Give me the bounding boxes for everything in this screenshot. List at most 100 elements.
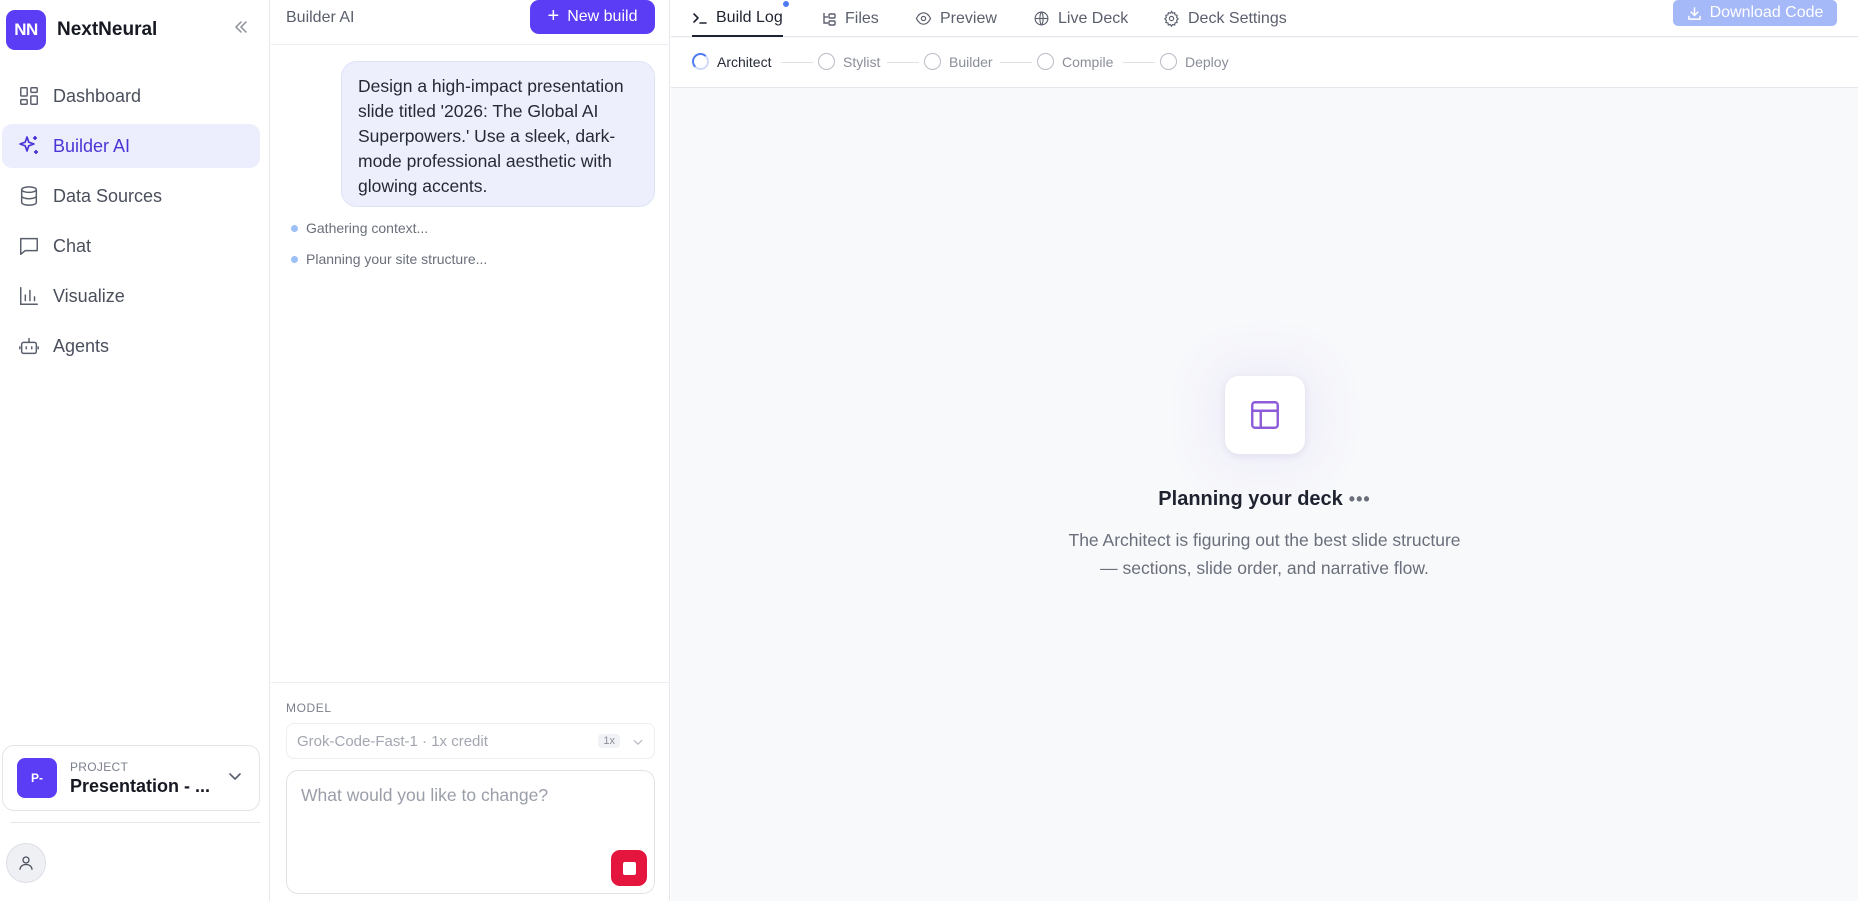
new-build-button[interactable]: + New build (530, 0, 655, 34)
pending-circle-icon (818, 53, 835, 70)
status-dot (291, 255, 298, 263)
folder-tree-icon (821, 11, 837, 27)
layout-template-icon (1251, 401, 1279, 429)
project-name: Presentation - ... (70, 775, 211, 796)
pipeline-step-builder: Builder (924, 53, 993, 70)
user-icon (19, 856, 33, 870)
notification-dot (782, 1, 789, 7)
pipeline-step-label: Architect (717, 53, 772, 70)
sidebar-item-visualize[interactable]: Visualize (2, 274, 260, 318)
pipeline-connector (781, 62, 813, 63)
tab-label: Preview (940, 9, 997, 27)
planning-description-line: — sections, slide order, and narrative f… (1100, 558, 1429, 578)
prompt-input[interactable] (301, 785, 631, 806)
app-root: NN NextNeural Dashboard Builder AI Data … (0, 0, 1858, 901)
planning-card (1225, 376, 1305, 454)
tab-label: Build Log (716, 8, 783, 26)
user-avatar[interactable] (6, 843, 46, 883)
stop-button[interactable] (611, 850, 647, 886)
pending-circle-icon (924, 53, 941, 70)
model-label: MODEL (286, 701, 332, 715)
brand-name: NextNeural (57, 19, 158, 40)
sidebar-divider (10, 822, 260, 823)
bar-chart-icon (16, 283, 42, 309)
project-selector[interactable]: P- PROJECT Presentation - ... (2, 745, 260, 811)
status-step-text: Planning your site structure... (306, 251, 488, 267)
pipeline-connector (1123, 62, 1155, 63)
project-badge: P- (17, 758, 57, 798)
planning-title-text: Planning your deck (1158, 488, 1343, 510)
sidebar-item-chat[interactable]: Chat (2, 224, 260, 268)
sidebar-item-agents[interactable]: Agents (2, 324, 260, 368)
tab-files[interactable]: Files (821, 0, 879, 37)
tab-deck-settings[interactable]: Deck Settings (1163, 0, 1287, 37)
chat-header: Builder AI + New build (271, 0, 670, 45)
pipeline-step-stylist: Stylist (818, 53, 880, 70)
tab-label: Live Deck (1058, 9, 1129, 27)
dashboard-icon (16, 83, 42, 109)
database-icon (16, 183, 42, 209)
plus-icon: + (547, 4, 560, 27)
chat-title: Builder AI (286, 9, 355, 26)
pipeline-step-deploy: Deploy (1160, 53, 1229, 70)
tab-build-log[interactable]: Build Log (692, 0, 789, 37)
terminal-icon (692, 10, 708, 26)
loading-dots: ••• (1348, 489, 1371, 509)
status-step-text: Gathering context... (306, 220, 429, 236)
sidebar-item-label: Visualize (53, 285, 125, 306)
project-text: PROJECT Presentation - ... (70, 760, 210, 797)
chevron-down-icon (227, 768, 243, 789)
sidebar-item-data-sources[interactable]: Data Sources (2, 174, 260, 218)
pipeline-step-label: Stylist (843, 53, 881, 70)
credit-badge: 1x (598, 734, 620, 748)
sidebar-item-builder-ai[interactable]: Builder AI (2, 124, 260, 168)
bot-icon (16, 333, 42, 359)
brand[interactable]: NN NextNeural (6, 10, 157, 50)
download-label: Download Code (1709, 4, 1824, 21)
model-value: Grok-Code-Fast-1 · 1x credit (297, 732, 488, 750)
brand-logo: NN (6, 10, 46, 50)
globe-icon (1033, 10, 1050, 27)
sidebar-item-label: Dashboard (53, 85, 142, 106)
planning-title: Planning your deck ••• (671, 488, 1858, 511)
pipeline-step-label: Compile (1062, 53, 1114, 70)
sidebar-item-dashboard[interactable]: Dashboard (2, 74, 260, 118)
collapse-sidebar-button[interactable] (230, 16, 252, 38)
status-step: Gathering context... (291, 220, 428, 236)
planning-description-line: The Architect is figuring out the best s… (1068, 530, 1461, 550)
pipeline-step-compile: Compile (1037, 53, 1113, 70)
tab-bar: Build Log Files Preview Live Deck Deck S… (671, 0, 1858, 37)
tab-label: Files (845, 9, 879, 27)
chat-panel: Builder AI + New build Design a high-imp… (271, 0, 670, 901)
planning-description: The Architect is figuring out the best s… (671, 526, 1858, 582)
eye-icon (915, 10, 932, 27)
pipeline-step-label: Deploy (1185, 53, 1229, 70)
sidebar: NN NextNeural Dashboard Builder AI Data … (0, 0, 270, 901)
composer: MODEL Grok-Code-Fast-1 · 1x credit 1x (271, 682, 670, 901)
sidebar-item-label: Chat (53, 235, 92, 256)
pending-circle-icon (1037, 53, 1054, 70)
status-step: Planning your site structure... (291, 251, 487, 267)
tab-live-deck[interactable]: Live Deck (1033, 0, 1128, 37)
chat-icon (16, 233, 42, 259)
new-build-label: New build (567, 8, 638, 25)
sidebar-item-label: Builder AI (53, 135, 131, 156)
download-code-button[interactable]: Download Code (1673, 0, 1837, 26)
download-icon (1687, 6, 1702, 21)
prompt-box (286, 770, 655, 894)
sparkle-icon (16, 133, 42, 159)
stop-icon (622, 861, 636, 875)
sidebar-item-label: Agents (53, 335, 110, 356)
tab-label: Deck Settings (1188, 9, 1287, 27)
pipeline-connector (887, 62, 919, 63)
pipeline-step-architect: Architect (692, 53, 771, 70)
tab-preview[interactable]: Preview (915, 0, 997, 37)
main-area: Build Log Files Preview Live Deck Deck S… (671, 0, 1858, 901)
gear-icon (1163, 10, 1180, 27)
pipeline-connector (1000, 62, 1032, 63)
model-select[interactable]: Grok-Code-Fast-1 · 1x credit 1x (286, 723, 655, 759)
status-dot (291, 224, 298, 232)
pending-circle-icon (1160, 53, 1177, 70)
pipeline-step-label: Builder (949, 53, 993, 70)
sidebar-nav: Dashboard Builder AI Data Sources Chat V… (2, 74, 260, 374)
